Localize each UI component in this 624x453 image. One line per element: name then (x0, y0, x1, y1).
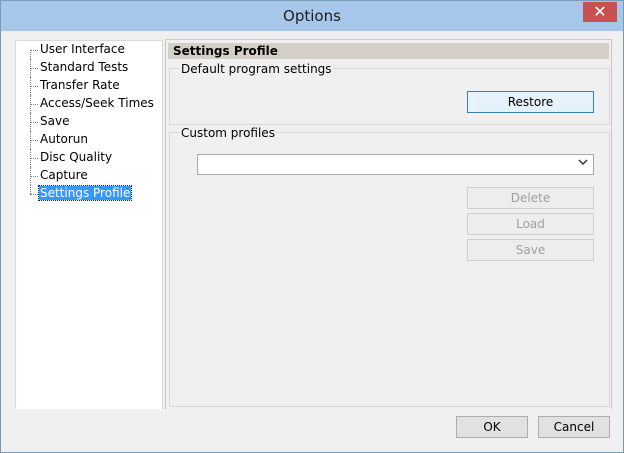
restore-button[interactable]: Restore (467, 91, 594, 113)
window-title: Options (283, 7, 341, 25)
dialog-footer: OK Cancel (1, 409, 623, 452)
tree-item-label: Access/Seek Times (40, 96, 154, 110)
tree-line (30, 50, 38, 51)
panel-title: Settings Profile (173, 44, 278, 58)
tree-item-label: Autorun (40, 132, 89, 146)
tree-line (30, 50, 31, 59)
tree-line (30, 140, 38, 141)
dialog-content: User Interface Standard Tests Transfer R… (1, 31, 623, 452)
tree-line (30, 194, 38, 195)
title-bar: Options ✕ (1, 1, 623, 31)
group-label: Custom profiles (180, 126, 276, 140)
tree-line (30, 68, 38, 69)
tree-item-label: Save (40, 114, 70, 128)
tree-line (30, 158, 38, 159)
close-button[interactable]: ✕ (583, 2, 617, 22)
options-tree: User Interface Standard Tests Transfer R… (15, 40, 163, 410)
panel-title-bar: Settings Profile (168, 43, 609, 59)
settings-profile-panel: Settings Profile Default program setting… (165, 39, 612, 411)
tree-item-label: Capture (40, 168, 88, 182)
tree-line (30, 104, 38, 105)
profile-select[interactable] (197, 154, 594, 175)
group-label: Default program settings (180, 62, 333, 76)
tree-item-label: Disc Quality (40, 150, 113, 164)
tree-line (30, 185, 31, 194)
save-button[interactable]: Save (467, 239, 594, 261)
delete-button[interactable]: Delete (467, 187, 594, 209)
tree-item-label: Settings Profile (37, 185, 133, 201)
chevron-down-icon[interactable] (578, 157, 588, 170)
default-settings-group: Default program settings Restore (169, 62, 610, 125)
tree-line (30, 86, 38, 87)
custom-profiles-group: Custom profiles Delete Load Save (169, 126, 610, 407)
tree-line (30, 176, 38, 177)
tree-item-label: Standard Tests (40, 60, 129, 74)
tree-line (30, 122, 38, 123)
options-window: Options ✕ User Interface Standard Tests … (0, 0, 624, 453)
ok-button[interactable]: OK (456, 416, 528, 438)
cancel-button[interactable]: Cancel (538, 416, 610, 438)
tree-item-label: Transfer Rate (40, 78, 120, 92)
load-button[interactable]: Load (467, 213, 594, 235)
close-icon: ✕ (593, 2, 607, 21)
tree-item-label: User Interface (40, 42, 125, 56)
